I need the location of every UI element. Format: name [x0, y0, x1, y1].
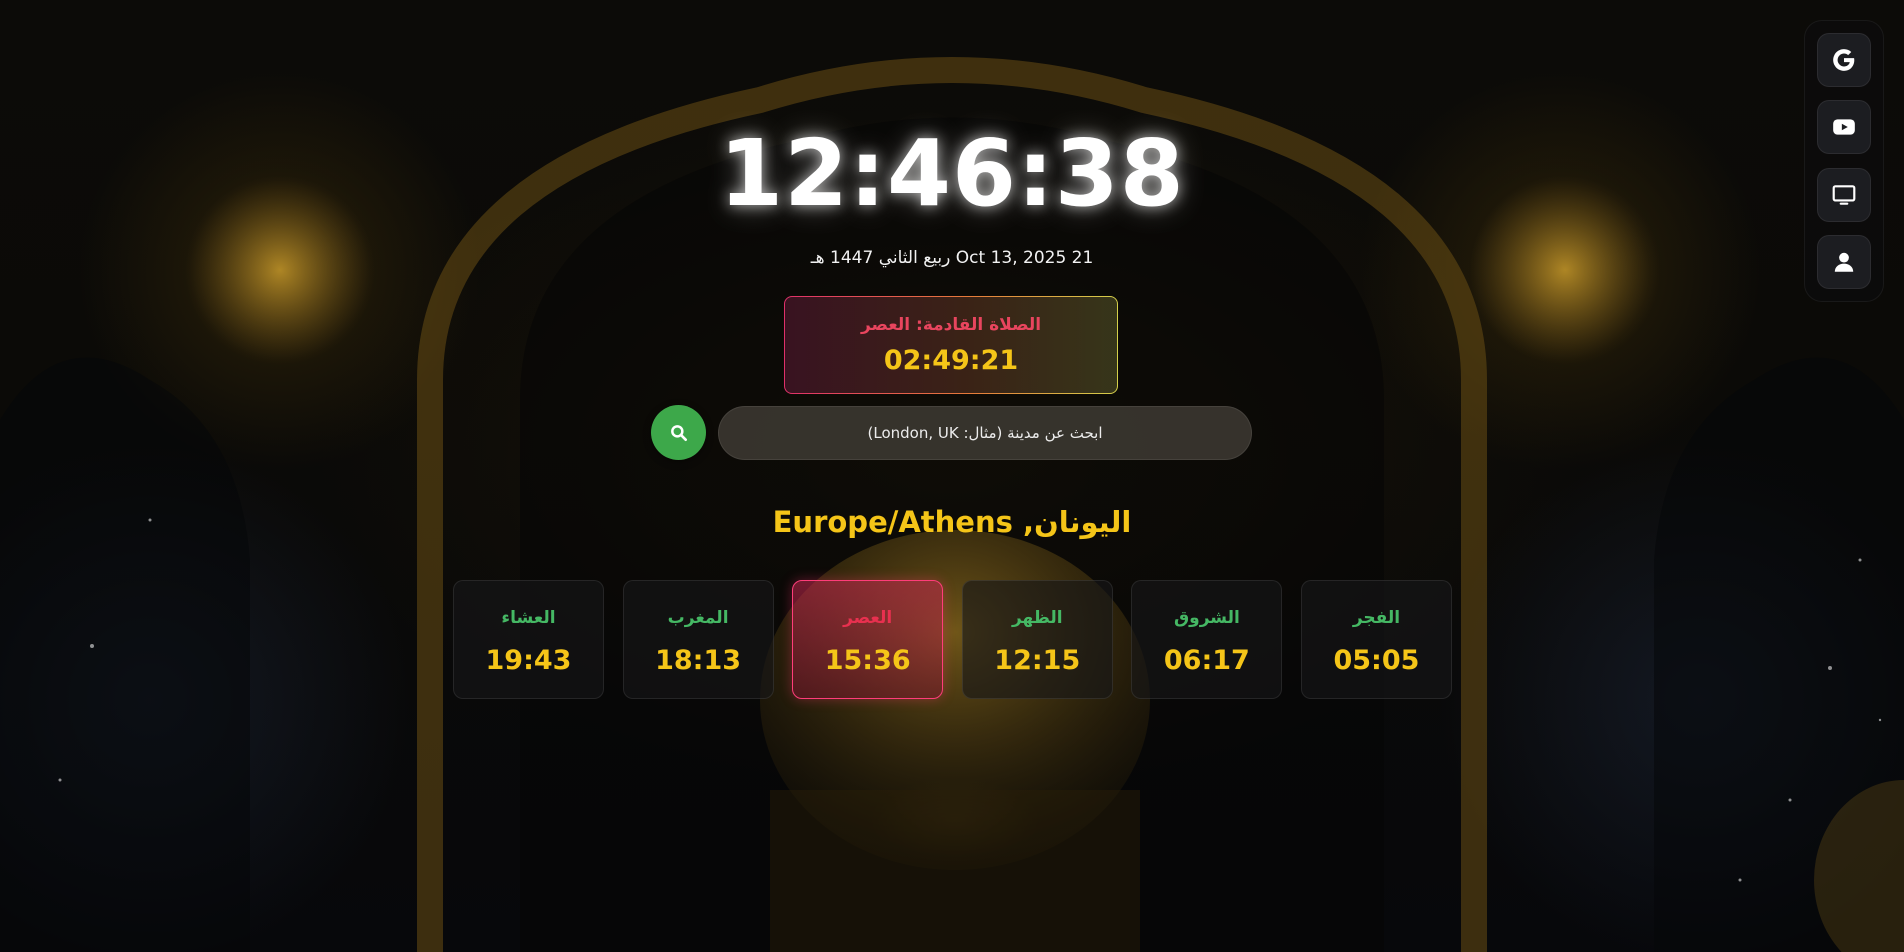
prayer-time: 15:36	[824, 645, 911, 676]
prayer-name: العصر	[843, 608, 893, 628]
prayer-name: الشروق	[1173, 608, 1240, 628]
prayer-times-list: الفجر 05:05 الشروق 06:17 الظهر 12:15 الع…	[453, 580, 1452, 699]
prayer-time: 05:05	[1333, 645, 1420, 676]
prayer-name: الظهر	[1011, 608, 1063, 628]
prayer-card-asr[interactable]: العصر 15:36	[792, 580, 944, 699]
prayer-card-dhuhr[interactable]: الظهر 12:15	[961, 580, 1113, 699]
prayer-name: الفجر	[1352, 608, 1401, 628]
search-icon	[670, 424, 687, 441]
prayer-card-maghrib[interactable]: المغرب 18:13	[622, 580, 774, 699]
prayer-time: 18:13	[655, 645, 742, 676]
next-prayer-countdown: 02:49:21	[883, 345, 1019, 376]
google-button[interactable]	[1817, 33, 1871, 87]
gregorian-hijri-date: 21 Oct 13, 2025 ربيع الثاني 1447 هـ	[810, 248, 1094, 268]
prayer-time: 19:43	[485, 645, 572, 676]
prayer-card-fajr[interactable]: الفجر 05:05	[1300, 580, 1452, 699]
prayer-card-isha[interactable]: العشاء 19:43	[453, 580, 604, 699]
google-icon	[1833, 49, 1855, 71]
prayer-card-sunrise[interactable]: الشروق 06:17	[1131, 580, 1283, 699]
next-prayer-label: الصلاة القادمة: العصر	[860, 315, 1042, 335]
prayer-time: 06:17	[1163, 645, 1250, 676]
search-button[interactable]	[651, 405, 706, 460]
prayer-name: العشاء	[501, 608, 556, 628]
prayer-name: المغرب	[667, 608, 729, 628]
location-title: اليونان, Europe/Athens	[772, 505, 1132, 539]
live-clock: 12:46:38	[719, 120, 1185, 227]
next-prayer-card: الصلاة القادمة: العصر 02:49:21	[784, 296, 1118, 394]
city-search-input[interactable]	[718, 406, 1252, 460]
prayer-time: 12:15	[994, 645, 1081, 676]
